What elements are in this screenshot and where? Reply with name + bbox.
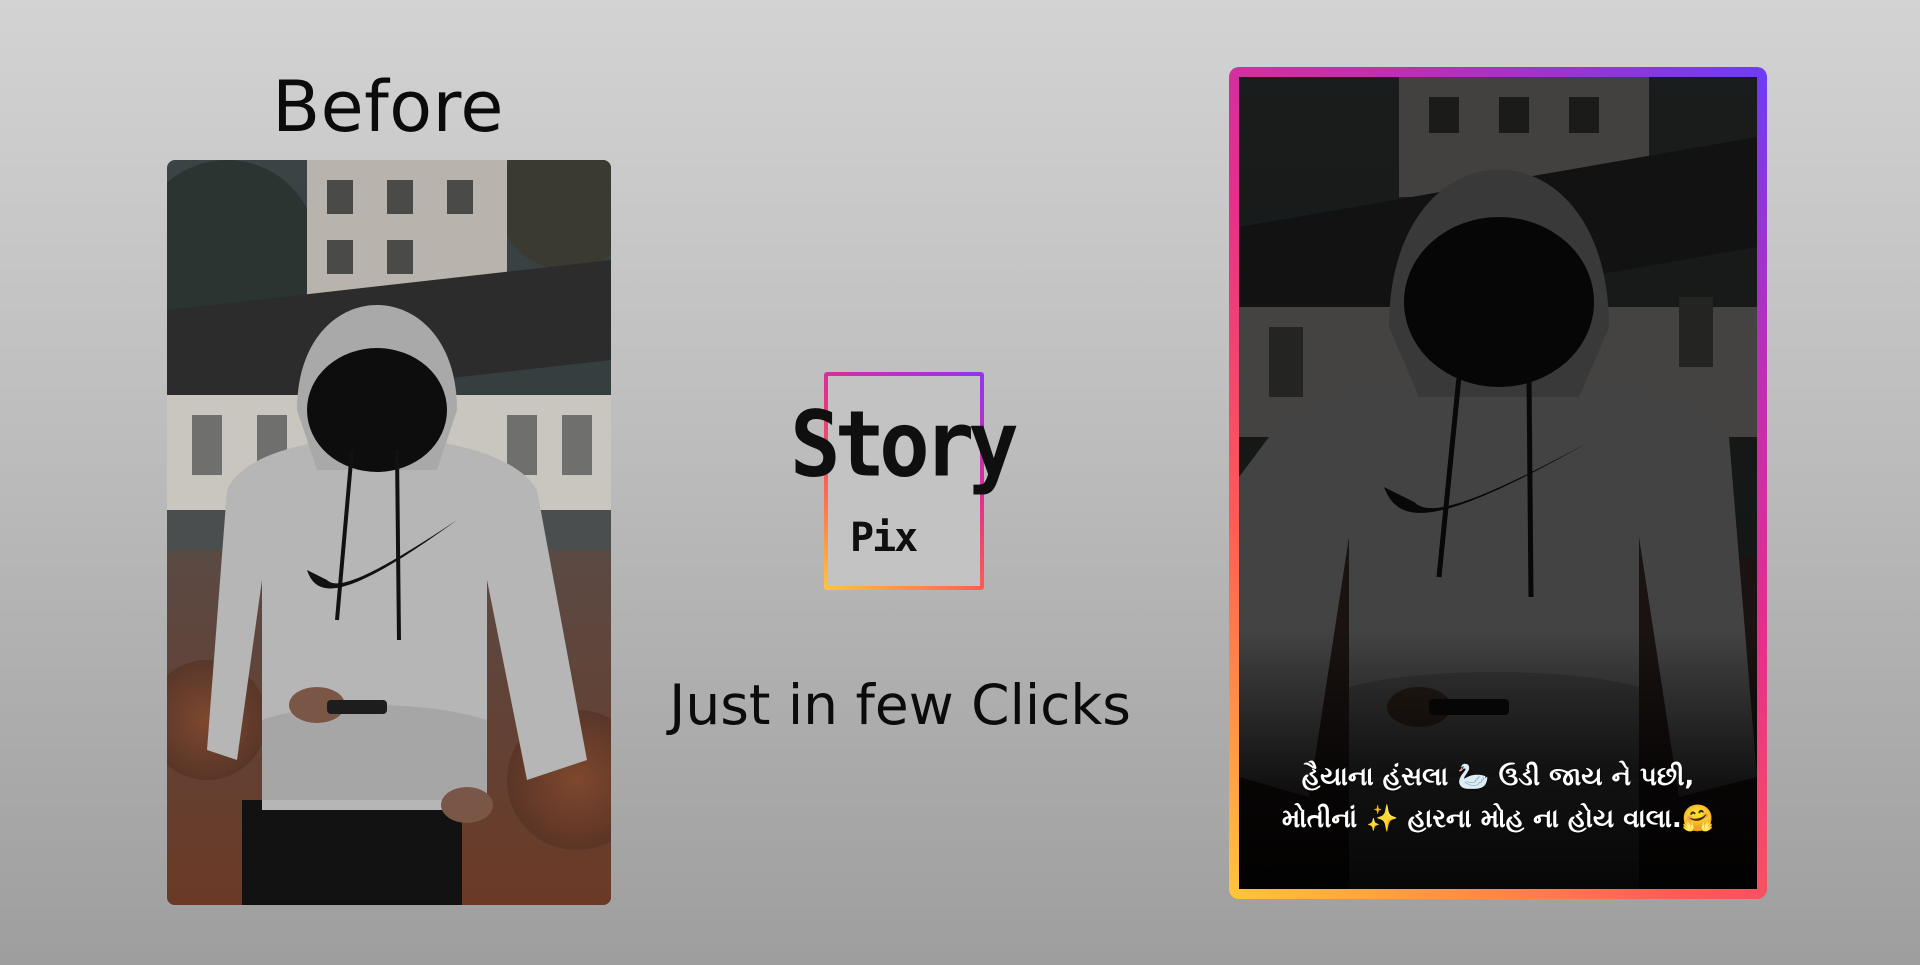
before-photo	[167, 160, 611, 905]
caption-line-2: મોતીનાં ✨ હારના મોહ ના હોય વાલા.🤗	[1281, 803, 1715, 834]
logo-wordmark: Story	[790, 391, 1019, 497]
story-caption: હૈયાના હંસલા 🦢 ઉડી જાય ને પછી, મોતીનાં ✨…	[1239, 757, 1757, 840]
after-story-card: હૈયાના હંસલા 🦢 ઉડી જાય ને પછી, મોતીનાં ✨…	[1229, 67, 1767, 899]
logo-subtitle: Pix	[850, 515, 918, 561]
before-heading: Before	[272, 66, 504, 148]
caption-line-1: હૈયાના હંસલા 🦢 ઉડી જાય ને પછી,	[1301, 762, 1695, 792]
tagline: Just in few Clicks	[669, 673, 1131, 737]
storypix-logo: Story Pix	[790, 372, 1019, 594]
